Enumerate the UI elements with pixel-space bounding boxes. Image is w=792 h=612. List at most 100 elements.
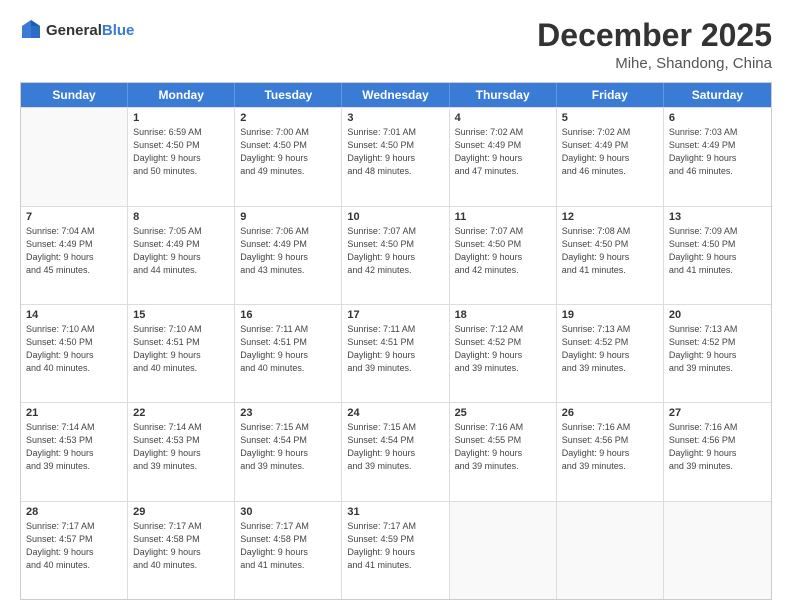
logo-icon <box>20 18 42 45</box>
day-number: 29 <box>133 506 229 518</box>
day-number: 25 <box>455 407 551 419</box>
calendar-week: 1 Sunrise: 6:59 AM Sunset: 4:50 PM Daylig… <box>21 107 771 205</box>
calendar-cell: 22Sunrise: 7:14 AM Sunset: 4:53 PM Dayli… <box>128 403 235 500</box>
calendar-cell: 24 Sunrise: 7:15 AM Sunset: 4:54 PM Dayli… <box>342 403 449 500</box>
calendar-week: 14Sunrise: 7:10 AM Sunset: 4:50 PM Dayli… <box>21 304 771 402</box>
calendar-cell: 6 Sunrise: 7:03 AM Sunset: 4:49 PM Daylig… <box>664 108 771 205</box>
day-number: 16 <box>240 309 336 321</box>
day-info: Sunrise: 7:13 AM Sunset: 4:52 PM Dayligh… <box>669 323 766 375</box>
day-info: Sunrise: 7:03 AM Sunset: 4:49 PM Dayligh… <box>669 126 766 178</box>
weekday-header: Sunday <box>21 83 128 107</box>
calendar-cell: 20 Sunrise: 7:13 AM Sunset: 4:52 PM Dayli… <box>664 305 771 402</box>
day-info: Sunrise: 7:11 AM Sunset: 4:51 PM Dayligh… <box>240 323 336 375</box>
weekday-header: Wednesday <box>342 83 449 107</box>
calendar-cell: 3 Sunrise: 7:01 AM Sunset: 4:50 PM Daylig… <box>342 108 449 205</box>
day-info: Sunrise: 7:07 AM Sunset: 4:50 PM Dayligh… <box>347 225 443 277</box>
day-number: 31 <box>347 506 443 518</box>
weekday-header: Monday <box>128 83 235 107</box>
logo-text: General Blue <box>46 23 134 40</box>
calendar-body: 1 Sunrise: 6:59 AM Sunset: 4:50 PM Daylig… <box>21 107 771 599</box>
day-info: Sunrise: 7:16 AM Sunset: 4:55 PM Dayligh… <box>455 421 551 473</box>
day-info: Sunrise: 7:12 AM Sunset: 4:52 PM Dayligh… <box>455 323 551 375</box>
day-number: 12 <box>562 211 658 223</box>
day-info: Sunrise: 6:59 AM Sunset: 4:50 PM Dayligh… <box>133 126 229 178</box>
day-info: Sunrise: 7:00 AM Sunset: 4:50 PM Dayligh… <box>240 126 336 178</box>
day-number: 10 <box>347 211 443 223</box>
header: General Blue December 2025 Mihe, Shandon… <box>20 18 772 72</box>
day-info: Sunrise: 7:17 AM Sunset: 4:59 PM Dayligh… <box>347 520 443 572</box>
day-number: 18 <box>455 309 551 321</box>
month-title: December 2025 <box>537 18 772 53</box>
calendar-cell: 27Sunrise: 7:16 AM Sunset: 4:56 PM Dayli… <box>664 403 771 500</box>
calendar-cell: 29 Sunrise: 7:17 AM Sunset: 4:58 PM Dayli… <box>128 502 235 599</box>
day-number: 19 <box>562 309 658 321</box>
day-info: Sunrise: 7:01 AM Sunset: 4:50 PM Dayligh… <box>347 126 443 178</box>
calendar-cell: 10 Sunrise: 7:07 AM Sunset: 4:50 PM Dayli… <box>342 207 449 304</box>
calendar-cell <box>557 502 664 599</box>
logo: General Blue <box>20 18 134 45</box>
day-info: Sunrise: 7:07 AM Sunset: 4:50 PM Dayligh… <box>455 225 551 277</box>
calendar-cell: 26 Sunrise: 7:16 AM Sunset: 4:56 PM Dayli… <box>557 403 664 500</box>
day-info: Sunrise: 7:17 AM Sunset: 4:58 PM Dayligh… <box>240 520 336 572</box>
calendar-cell: 16 Sunrise: 7:11 AM Sunset: 4:51 PM Dayli… <box>235 305 342 402</box>
day-number: 21 <box>26 407 122 419</box>
day-number: 1 <box>133 112 229 124</box>
calendar-cell: 19 Sunrise: 7:13 AM Sunset: 4:52 PM Dayli… <box>557 305 664 402</box>
day-number: 27 <box>669 407 766 419</box>
calendar-cell: 5 Sunrise: 7:02 AM Sunset: 4:49 PM Daylig… <box>557 108 664 205</box>
day-info: Sunrise: 7:13 AM Sunset: 4:52 PM Dayligh… <box>562 323 658 375</box>
calendar-cell: 14Sunrise: 7:10 AM Sunset: 4:50 PM Dayli… <box>21 305 128 402</box>
calendar-cell: 23Sunrise: 7:15 AM Sunset: 4:54 PM Dayli… <box>235 403 342 500</box>
day-number: 5 <box>562 112 658 124</box>
day-info: Sunrise: 7:15 AM Sunset: 4:54 PM Dayligh… <box>240 421 336 473</box>
day-number: 24 <box>347 407 443 419</box>
logo-general: General <box>46 23 102 40</box>
location-title: Mihe, Shandong, China <box>537 55 772 72</box>
day-info: Sunrise: 7:15 AM Sunset: 4:54 PM Dayligh… <box>347 421 443 473</box>
calendar-header: SundayMondayTuesdayWednesdayThursdayFrid… <box>21 83 771 107</box>
day-number: 7 <box>26 211 122 223</box>
calendar-cell: 9Sunrise: 7:06 AM Sunset: 4:49 PM Daylig… <box>235 207 342 304</box>
calendar-cell: 13Sunrise: 7:09 AM Sunset: 4:50 PM Dayli… <box>664 207 771 304</box>
calendar-cell: 11Sunrise: 7:07 AM Sunset: 4:50 PM Dayli… <box>450 207 557 304</box>
day-info: Sunrise: 7:02 AM Sunset: 4:49 PM Dayligh… <box>562 126 658 178</box>
day-number: 3 <box>347 112 443 124</box>
calendar-cell: 18 Sunrise: 7:12 AM Sunset: 4:52 PM Dayli… <box>450 305 557 402</box>
calendar-cell: 15Sunrise: 7:10 AM Sunset: 4:51 PM Dayli… <box>128 305 235 402</box>
day-info: Sunrise: 7:05 AM Sunset: 4:49 PM Dayligh… <box>133 225 229 277</box>
day-number: 20 <box>669 309 766 321</box>
calendar-cell: 4 Sunrise: 7:02 AM Sunset: 4:49 PM Daylig… <box>450 108 557 205</box>
calendar-cell: 25 Sunrise: 7:16 AM Sunset: 4:55 PM Dayli… <box>450 403 557 500</box>
day-info: Sunrise: 7:14 AM Sunset: 4:53 PM Dayligh… <box>26 421 122 473</box>
calendar-cell: 12Sunrise: 7:08 AM Sunset: 4:50 PM Dayli… <box>557 207 664 304</box>
day-number: 15 <box>133 309 229 321</box>
day-info: Sunrise: 7:17 AM Sunset: 4:58 PM Dayligh… <box>133 520 229 572</box>
calendar-cell <box>664 502 771 599</box>
weekday-header: Tuesday <box>235 83 342 107</box>
day-number: 14 <box>26 309 122 321</box>
day-info: Sunrise: 7:06 AM Sunset: 4:49 PM Dayligh… <box>240 225 336 277</box>
day-number: 4 <box>455 112 551 124</box>
day-number: 17 <box>347 309 443 321</box>
day-info: Sunrise: 7:11 AM Sunset: 4:51 PM Dayligh… <box>347 323 443 375</box>
weekday-header: Saturday <box>664 83 771 107</box>
calendar-cell: 7Sunrise: 7:04 AM Sunset: 4:49 PM Daylig… <box>21 207 128 304</box>
calendar-week: 7Sunrise: 7:04 AM Sunset: 4:49 PM Daylig… <box>21 206 771 304</box>
day-info: Sunrise: 7:14 AM Sunset: 4:53 PM Dayligh… <box>133 421 229 473</box>
day-number: 26 <box>562 407 658 419</box>
day-number: 30 <box>240 506 336 518</box>
day-info: Sunrise: 7:17 AM Sunset: 4:57 PM Dayligh… <box>26 520 122 572</box>
title-block: December 2025 Mihe, Shandong, China <box>537 18 772 72</box>
day-info: Sunrise: 7:16 AM Sunset: 4:56 PM Dayligh… <box>562 421 658 473</box>
day-info: Sunrise: 7:02 AM Sunset: 4:49 PM Dayligh… <box>455 126 551 178</box>
logo-blue: Blue <box>102 23 135 40</box>
calendar-week: 21 Sunrise: 7:14 AM Sunset: 4:53 PM Dayli… <box>21 402 771 500</box>
page: General Blue December 2025 Mihe, Shandon… <box>0 0 792 612</box>
calendar-week: 28Sunrise: 7:17 AM Sunset: 4:57 PM Dayli… <box>21 501 771 599</box>
calendar-cell <box>21 108 128 205</box>
day-info: Sunrise: 7:09 AM Sunset: 4:50 PM Dayligh… <box>669 225 766 277</box>
calendar-cell: 8Sunrise: 7:05 AM Sunset: 4:49 PM Daylig… <box>128 207 235 304</box>
calendar: SundayMondayTuesdayWednesdayThursdayFrid… <box>20 82 772 600</box>
calendar-cell: 2Sunrise: 7:00 AM Sunset: 4:50 PM Daylig… <box>235 108 342 205</box>
day-number: 6 <box>669 112 766 124</box>
